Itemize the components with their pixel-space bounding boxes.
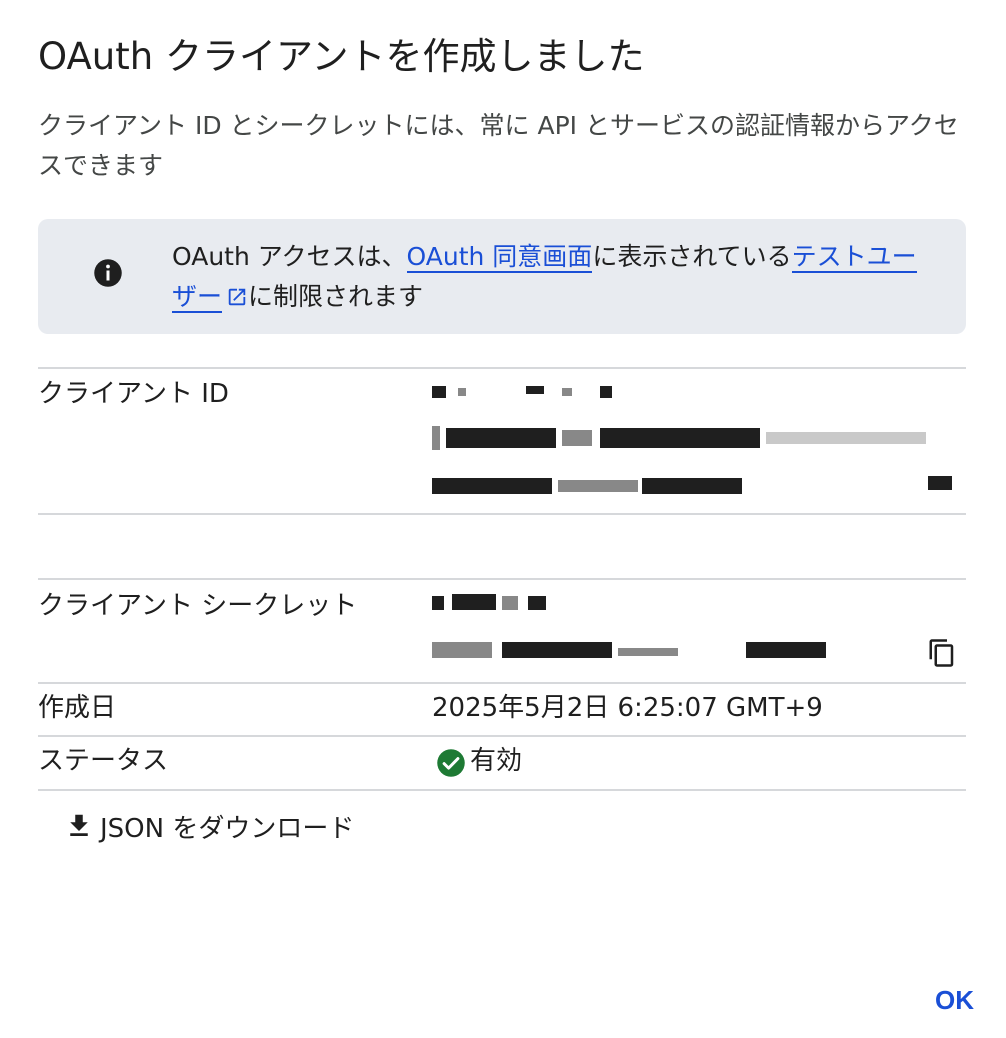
info-icon — [94, 259, 122, 287]
client-secret-label: クライアント シークレット — [38, 591, 358, 621]
divider — [38, 367, 966, 369]
check-circle-icon — [437, 749, 465, 777]
status-value: 有効 — [470, 746, 523, 776]
divider — [38, 578, 966, 580]
client-id-label: クライアント ID — [38, 379, 229, 409]
client-id-value-redacted — [432, 380, 962, 500]
dialog-subtitle: クライアント ID とシークレットには、常に API とサービスの認証情報からア… — [38, 111, 959, 180]
banner-text-before: OAuth アクセスは、 — [172, 242, 407, 271]
divider — [38, 513, 966, 515]
consent-screen-link[interactable]: OAuth 同意画面 — [406, 242, 593, 273]
copy-icon[interactable] — [927, 637, 957, 669]
status-label: ステータス — [38, 746, 169, 776]
banner-text: OAuth アクセスは、OAuth 同意画面に表示されているテストユーザー に制限… — [172, 237, 932, 317]
divider — [38, 789, 966, 791]
oauth-client-created-dialog: OAuth クライアントを作成しました クライアント ID とシークレットには、… — [0, 0, 1006, 1038]
info-banner: OAuth アクセスは、OAuth 同意画面に表示されているテストユーザー に制限… — [38, 219, 966, 334]
download-icon — [70, 814, 88, 836]
client-secret-value-redacted — [432, 592, 832, 672]
divider — [38, 682, 966, 684]
download-json-button[interactable]: JSON をダウンロード — [64, 806, 354, 846]
download-json-label: JSON をダウンロード — [100, 813, 355, 844]
banner-text-after: に制限されます — [248, 282, 424, 311]
created-label: 作成日 — [38, 693, 117, 723]
created-value: 2025年5月2日 6:25:07 GMT+9 — [432, 693, 823, 723]
divider — [38, 735, 966, 737]
external-link-icon — [228, 288, 246, 306]
banner-text-middle: に表示されている — [592, 242, 792, 271]
ok-button[interactable]: OK — [920, 978, 990, 1022]
dialog-title: OAuth クライアントを作成しました — [38, 35, 645, 78]
